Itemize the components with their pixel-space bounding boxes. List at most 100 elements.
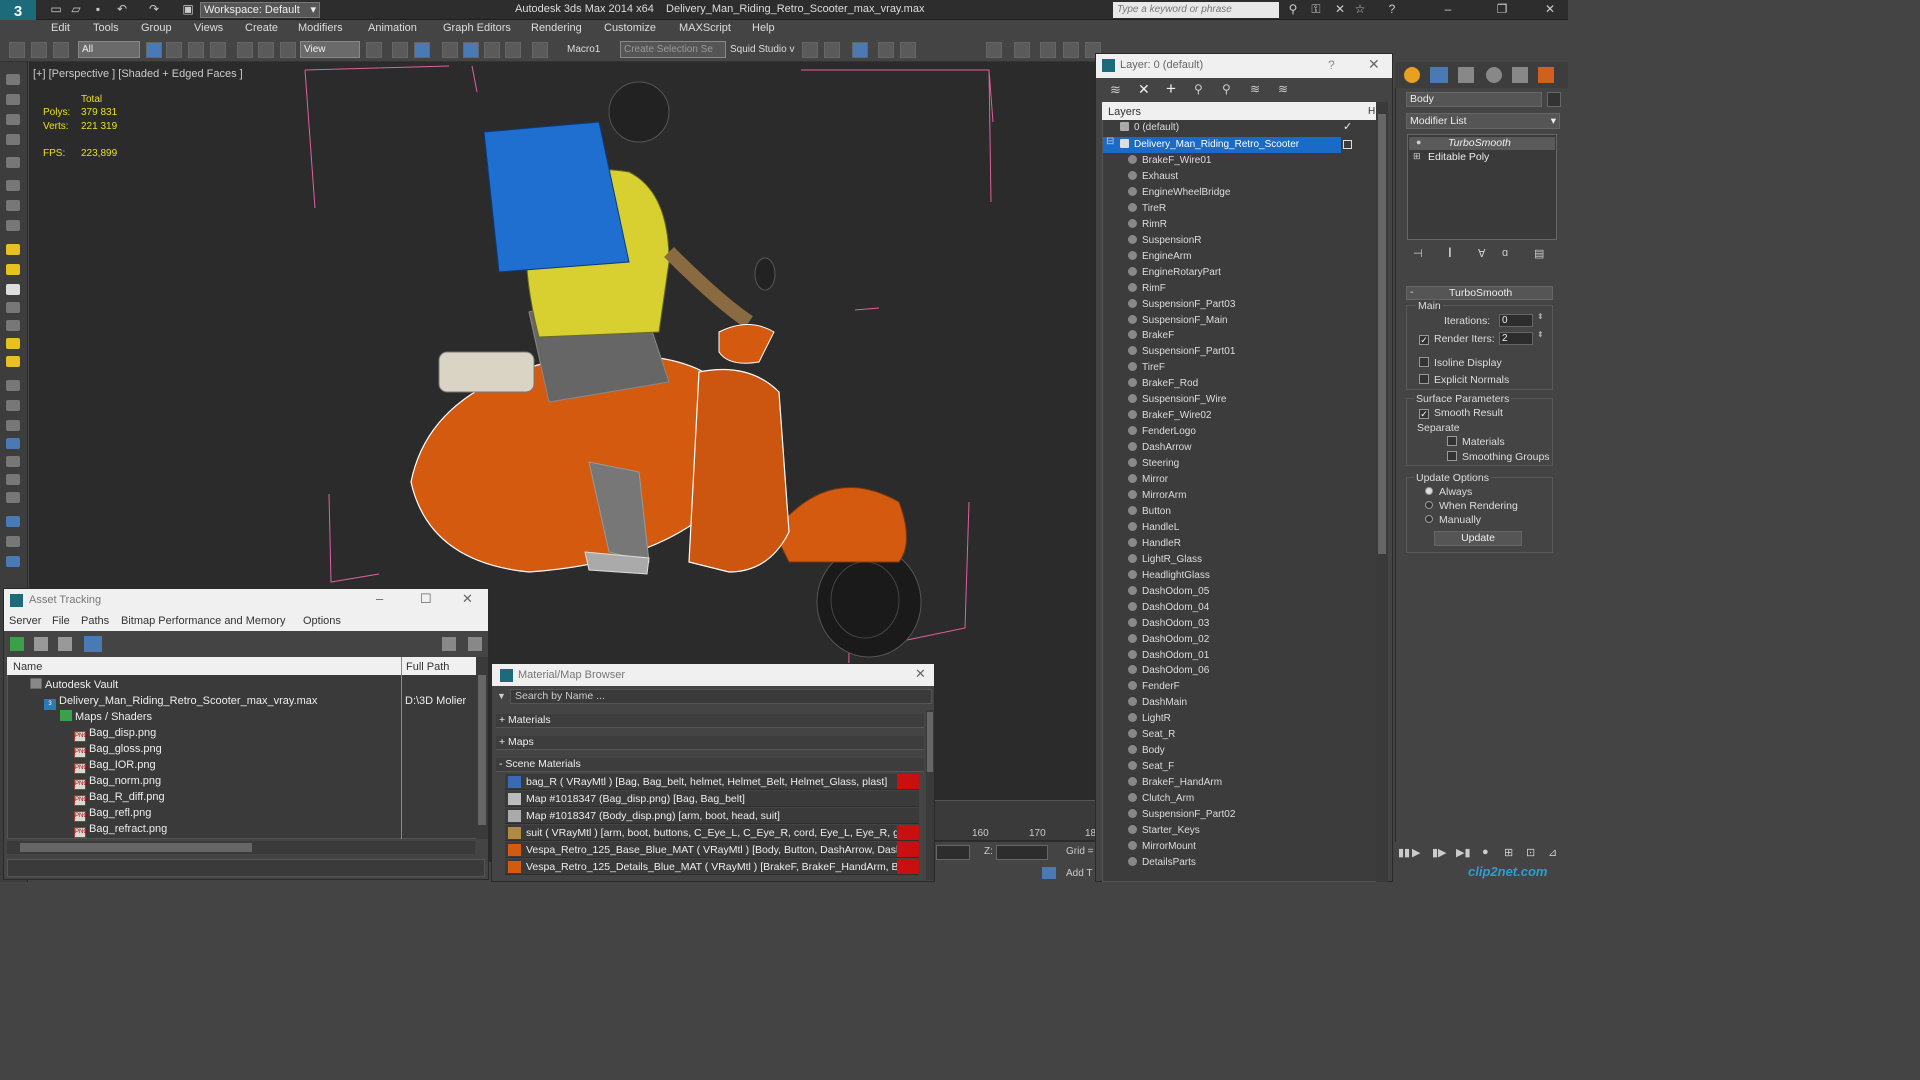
make-unique-icon[interactable]: ∀: [1478, 247, 1486, 260]
layer-object-row[interactable]: DashArrow: [1128, 440, 1191, 456]
layer-object-row[interactable]: LightR_Glass: [1128, 552, 1202, 568]
layer-manager-icon[interactable]: [852, 42, 868, 58]
tool-icon[interactable]: [6, 556, 20, 567]
menu-rendering[interactable]: Rendering: [531, 22, 582, 34]
update-when-rendering-radio[interactable]: When Rendering: [1425, 500, 1518, 512]
next-frame-icon[interactable]: ▮▶: [1432, 846, 1447, 859]
bulb-icon[interactable]: ●: [1416, 137, 1421, 147]
utilities-tab-icon[interactable]: [1538, 67, 1554, 83]
spinner-arrows-icon[interactable]: ⬍: [1537, 312, 1544, 321]
menu-tools[interactable]: Tools: [93, 22, 119, 34]
squid-studio-label[interactable]: Squid Studio v: [730, 44, 795, 55]
tool-icon[interactable]: [6, 244, 20, 255]
layer-object-row[interactable]: HeadlightGlass: [1128, 568, 1210, 584]
time-ruler[interactable]: [935, 800, 1095, 840]
material-search-input[interactable]: Search by Name ...: [510, 689, 932, 704]
schematic-view-icon[interactable]: [986, 42, 1002, 58]
tool-icon[interactable]: [6, 474, 20, 485]
layer-object-row[interactable]: SuspensionF_Part03: [1128, 297, 1235, 313]
max-file-row[interactable]: 3 Delivery_Man_Riding_Retro_Scooter_max_v…: [44, 693, 317, 710]
layer-object-row[interactable]: BrakeF: [1128, 328, 1174, 344]
object-color-swatch[interactable]: [1547, 92, 1561, 107]
layer-object-row[interactable]: SuspensionF_Wire: [1128, 392, 1226, 408]
hide-all-layers-icon[interactable]: ≋: [1250, 82, 1260, 96]
tool-icon[interactable]: [6, 74, 20, 85]
menu-bitmap-performance[interactable]: Bitmap Performance and Memory: [121, 615, 285, 627]
name-column-header[interactable]: Name: [13, 661, 42, 673]
tool-icon[interactable]: [6, 284, 20, 295]
layer-object-row[interactable]: Body: [1128, 743, 1165, 759]
isoline-display-checkbox[interactable]: Isoline Display: [1419, 357, 1502, 369]
tool-icon[interactable]: [6, 438, 20, 449]
layer-object-row[interactable]: EngineRotaryPart: [1128, 265, 1221, 281]
rotate-icon[interactable]: [258, 42, 274, 58]
layer-help-icon[interactable]: ?: [1328, 58, 1335, 72]
layer-object-row[interactable]: DashOdom_03: [1128, 616, 1209, 632]
hide-column-header[interactable]: H: [1368, 106, 1375, 117]
layer-object-row[interactable]: SuspensionF_Part01: [1128, 344, 1235, 360]
tool-icon[interactable]: [6, 134, 20, 145]
collapse-icon[interactable]: ⊟: [1106, 136, 1114, 147]
asset-scrollbar-thumb[interactable]: [478, 675, 486, 825]
tool-icon[interactable]: [6, 380, 20, 391]
help-search-input[interactable]: Type a keyword or phrase: [1113, 2, 1279, 18]
rect-selection-icon[interactable]: [188, 42, 204, 58]
settings-icon[interactable]: [468, 637, 482, 651]
pin-stack-icon[interactable]: ⊣: [1413, 247, 1423, 260]
layer-object-row[interactable]: Exhaust: [1128, 169, 1178, 185]
object-name-field[interactable]: Body: [1406, 92, 1542, 107]
select-layer-objects-icon[interactable]: ⚲: [1194, 82, 1203, 96]
menu-modifiers[interactable]: Modifiers: [298, 22, 343, 34]
render-iters-spinner[interactable]: 2: [1499, 332, 1533, 345]
minimize-icon[interactable]: –: [376, 591, 383, 606]
layer-object-row[interactable]: RimR: [1128, 217, 1167, 233]
help-icon[interactable]: ?: [1384, 2, 1400, 17]
full-path-column-header[interactable]: Full Path: [406, 661, 449, 673]
stack-item-editable-poly[interactable]: Editable Poly: [1428, 151, 1489, 163]
named-selection-set-dropdown[interactable]: Create Selection Se: [620, 41, 726, 58]
favorites-star-icon[interactable]: ☆: [1352, 2, 1368, 17]
project-folder-icon[interactable]: ▣: [180, 2, 196, 17]
workspace-dropdown[interactable]: Workspace: Default ▾: [200, 2, 320, 18]
stack-item-turbosmooth[interactable]: TurboSmooth: [1448, 137, 1511, 149]
tool-icon[interactable]: [6, 114, 20, 125]
undo-icon[interactable]: ↶: [114, 2, 130, 17]
bind-space-warp-icon[interactable]: [53, 42, 69, 58]
layer-object-row[interactable]: TireR: [1128, 201, 1166, 217]
move-icon[interactable]: [237, 42, 253, 58]
goto-start-icon[interactable]: ▮▮: [1398, 846, 1410, 859]
render-setup-icon[interactable]: [1040, 42, 1056, 58]
maps-group-row[interactable]: Maps / Shaders: [60, 709, 152, 725]
update-always-radio[interactable]: Always: [1425, 486, 1472, 498]
layer-object-row[interactable]: DashOdom_05: [1128, 584, 1209, 600]
iterations-spinner[interactable]: 0: [1499, 314, 1533, 327]
layer-object-row[interactable]: Seat_F: [1128, 759, 1174, 775]
macro-label[interactable]: Macro1: [567, 44, 600, 55]
snaps-toggle-icon[interactable]: [442, 42, 458, 58]
binoculars-icon[interactable]: ⚲: [1285, 2, 1301, 17]
browser-options-icon[interactable]: ▼: [497, 691, 506, 701]
menu-options[interactable]: Options: [303, 615, 341, 627]
menu-animation[interactable]: Animation: [368, 22, 417, 34]
menu-create[interactable]: Create: [245, 22, 278, 34]
spinner-arrows-icon[interactable]: ⬍: [1537, 330, 1544, 339]
tool-icon[interactable]: [6, 200, 20, 211]
field-of-view-icon[interactable]: ⊿: [1548, 846, 1557, 859]
layer-object-row[interactable]: SuspensionF_Main: [1128, 313, 1228, 329]
layer-object-row[interactable]: Steering: [1128, 456, 1179, 472]
open-file-icon[interactable]: ▱: [68, 2, 84, 17]
time-tag-icon[interactable]: [1042, 867, 1056, 879]
asset-map-row[interactable]: PNGBag_gloss.png: [74, 741, 162, 758]
render-iters-checkbox[interactable]: ✓ Render Iters:: [1419, 333, 1495, 345]
angle-snap-icon[interactable]: [463, 42, 479, 58]
materials-group[interactable]: + Materials: [496, 714, 924, 728]
layer-object-row[interactable]: EngineWheelBridge: [1128, 185, 1230, 201]
vault-row[interactable]: Autodesk Vault: [30, 677, 118, 693]
graphite-tools-icon[interactable]: [878, 42, 894, 58]
select-object-icon[interactable]: [146, 42, 162, 58]
modifier-list-dropdown[interactable]: Modifier List ▾: [1406, 113, 1560, 129]
redo-icon[interactable]: ↷: [146, 2, 162, 17]
align-icon[interactable]: [824, 42, 840, 58]
menu-help[interactable]: Help: [752, 22, 775, 34]
zoom-icon[interactable]: ⊞: [1504, 846, 1513, 859]
